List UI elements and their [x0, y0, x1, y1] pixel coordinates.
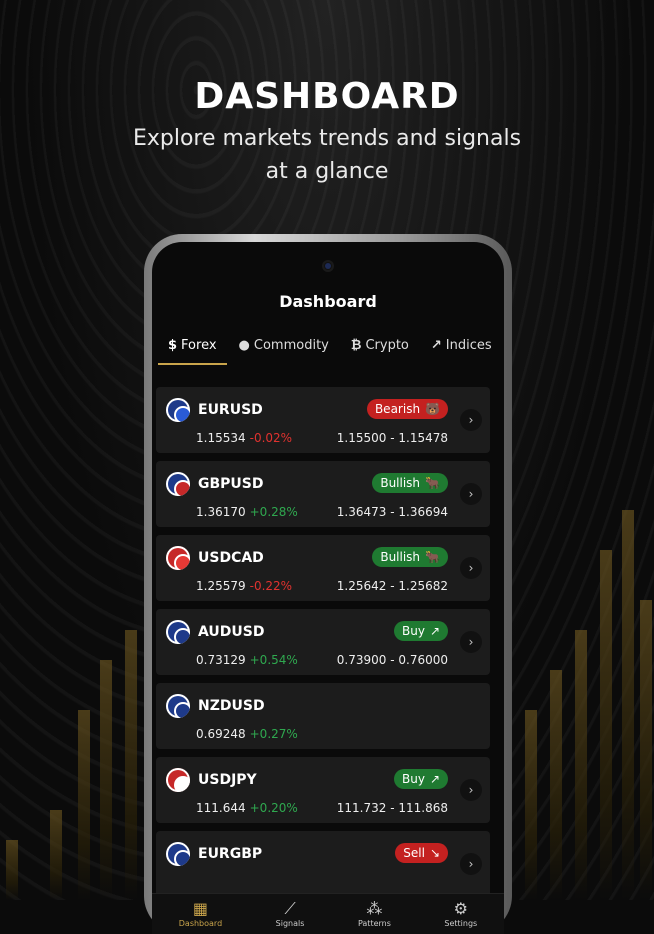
nav-dashboard[interactable]: ▦ Dashboard — [179, 898, 222, 928]
price-range: 1.25642 - 1.25682 — [336, 579, 448, 593]
tab-indices[interactable]: ↗ Indices — [421, 327, 502, 363]
change-value: -0.02% — [249, 431, 293, 445]
flag-icon — [166, 398, 190, 422]
price-value: 0.73129 — [196, 653, 246, 667]
signal-label: Bearish — [374, 402, 421, 416]
price-range: 111.732 - 111.868 — [336, 801, 448, 815]
dashboard-icon: ▦ — [192, 898, 209, 918]
list-item[interactable]: GBPUSD 1.36170 +0.28% 1.36473 - 1.36694 Bull… — [156, 461, 490, 527]
list-item[interactable]: USDJPY 111.644 +0.20% 111.732 - 111.868 Buy ↗… — [156, 757, 490, 823]
list-item[interactable]: USDCAD 1.25579 -0.22% 1.25642 - 1.25682 Bull… — [156, 535, 490, 601]
flag-icon — [166, 842, 190, 866]
settings-icon: ⚙ — [453, 898, 468, 918]
nav-patterns[interactable]: ⁂ Patterns — [358, 898, 391, 928]
dollar-icon: $ — [168, 337, 178, 353]
signal-label: Bullish — [380, 550, 421, 564]
phone-frame: Dashboard $ Forex ● Commodity ₿ Crypto ↗… — [144, 234, 512, 934]
arrow-up-icon: ↗ — [429, 624, 440, 638]
signal-label: Buy — [401, 624, 425, 638]
price-value: 1.36170 — [196, 505, 246, 519]
change-value: +0.27% — [249, 727, 298, 741]
change-value: -0.22% — [249, 579, 293, 593]
page-title: Dashboard — [279, 292, 377, 311]
list-item[interactable]: NZDUSD 0.69248 +0.27% — [156, 683, 490, 749]
signals-icon: ⟋ — [284, 898, 296, 918]
trend-icon: ↗ — [430, 337, 442, 353]
flag-icon — [166, 546, 190, 570]
promo-subtitle: Explore markets trends and signals at a … — [132, 126, 522, 184]
price-value: 0.69248 — [196, 727, 246, 741]
nav-signals[interactable]: ⟋ Signals — [276, 898, 305, 928]
chevron-right-icon[interactable]: › — [460, 631, 482, 653]
price-value: 1.25579 — [196, 579, 246, 593]
pair-name: EURUSD — [198, 402, 263, 418]
tab-crypto[interactable]: ₿ Crypto — [341, 327, 419, 363]
flag-icon — [166, 768, 190, 792]
phone-screen: Dashboard $ Forex ● Commodity ₿ Crypto ↗… — [152, 242, 504, 934]
flag-icon — [166, 472, 190, 496]
chevron-right-icon[interactable]: › — [460, 557, 482, 579]
signal-badge: Bullish 🐂 — [372, 547, 448, 567]
patterns-icon: ⁂ — [366, 898, 383, 918]
bitcoin-icon: ₿ — [350, 338, 362, 353]
chevron-right-icon[interactable]: › — [460, 853, 482, 875]
price: 0.69248 +0.27% — [196, 727, 298, 741]
tab-forex[interactable]: $ Forex — [158, 327, 227, 365]
tab-commodity[interactable]: ● Commodity — [229, 327, 339, 363]
flag-icon — [166, 620, 190, 644]
pair-name: EURGBP — [198, 846, 263, 862]
price-value: 1.15534 — [196, 431, 246, 445]
price: 1.36170 +0.28% — [196, 505, 298, 519]
nav-settings[interactable]: ⚙ Settings — [444, 898, 477, 928]
signal-badge: Buy ↗ — [393, 621, 448, 641]
signal-badge: Bearish 🐻 — [366, 399, 448, 419]
forex-list: EURUSD 1.15534 -0.02% 1.15500 - 1.15478 Bear… — [156, 387, 490, 897]
pair-name: GBPUSD — [198, 476, 264, 492]
drop-icon: ● — [238, 337, 250, 353]
price-range: 1.36473 - 1.36694 — [336, 505, 448, 519]
chevron-right-icon[interactable]: › — [460, 779, 482, 801]
bull-icon: 🐂 — [425, 476, 440, 490]
change-value: +0.28% — [249, 505, 298, 519]
price: 1.25579 -0.22% — [196, 579, 292, 593]
chevron-right-icon[interactable]: › — [460, 483, 482, 505]
arrow-down-icon: ↘ — [429, 846, 440, 860]
change-value: +0.20% — [249, 801, 298, 815]
pair-name: AUDUSD — [198, 624, 265, 640]
signal-label: Buy — [401, 772, 425, 786]
bull-icon: 🐂 — [425, 550, 440, 564]
signal-label: Bullish — [380, 476, 421, 490]
promo-title: DASHBOARD — [194, 76, 460, 117]
list-item[interactable]: EURGBP Sell ↘ › — [156, 831, 490, 897]
camera-icon — [322, 260, 334, 272]
list-item[interactable]: AUDUSD 0.73129 +0.54% 0.73900 - 0.76000 Buy ↗… — [156, 609, 490, 675]
signal-badge: Buy ↗ — [393, 769, 448, 789]
price: 111.644 +0.20% — [196, 801, 298, 815]
flag-icon — [166, 694, 190, 718]
chevron-right-icon[interactable]: › — [460, 409, 482, 431]
pair-name: NZDUSD — [198, 698, 265, 714]
price-value: 111.644 — [196, 801, 246, 815]
change-value: +0.54% — [249, 653, 298, 667]
list-item[interactable]: EURUSD 1.15534 -0.02% 1.15500 - 1.15478 Bear… — [156, 387, 490, 453]
pair-name: USDCAD — [198, 550, 264, 566]
price: 1.15534 -0.02% — [196, 431, 292, 445]
signal-badge: Bullish 🐂 — [372, 473, 448, 493]
market-tabs: $ Forex ● Commodity ₿ Crypto ↗ Indices — [158, 327, 504, 367]
price-range: 1.15500 - 1.15478 — [336, 431, 448, 445]
price: 0.73129 +0.54% — [196, 653, 298, 667]
price-range: 0.73900 - 0.76000 — [336, 653, 448, 667]
signal-badge: Sell ↘ — [395, 843, 448, 863]
signal-label: Sell — [403, 846, 425, 860]
arrow-up-icon: ↗ — [429, 772, 440, 786]
bottom-nav: ▦ Dashboard ⟋ Signals ⁂ Patterns ⚙ Setti… — [152, 893, 504, 934]
pair-name: USDJPY — [198, 772, 257, 788]
bear-icon: 🐻 — [425, 402, 440, 416]
